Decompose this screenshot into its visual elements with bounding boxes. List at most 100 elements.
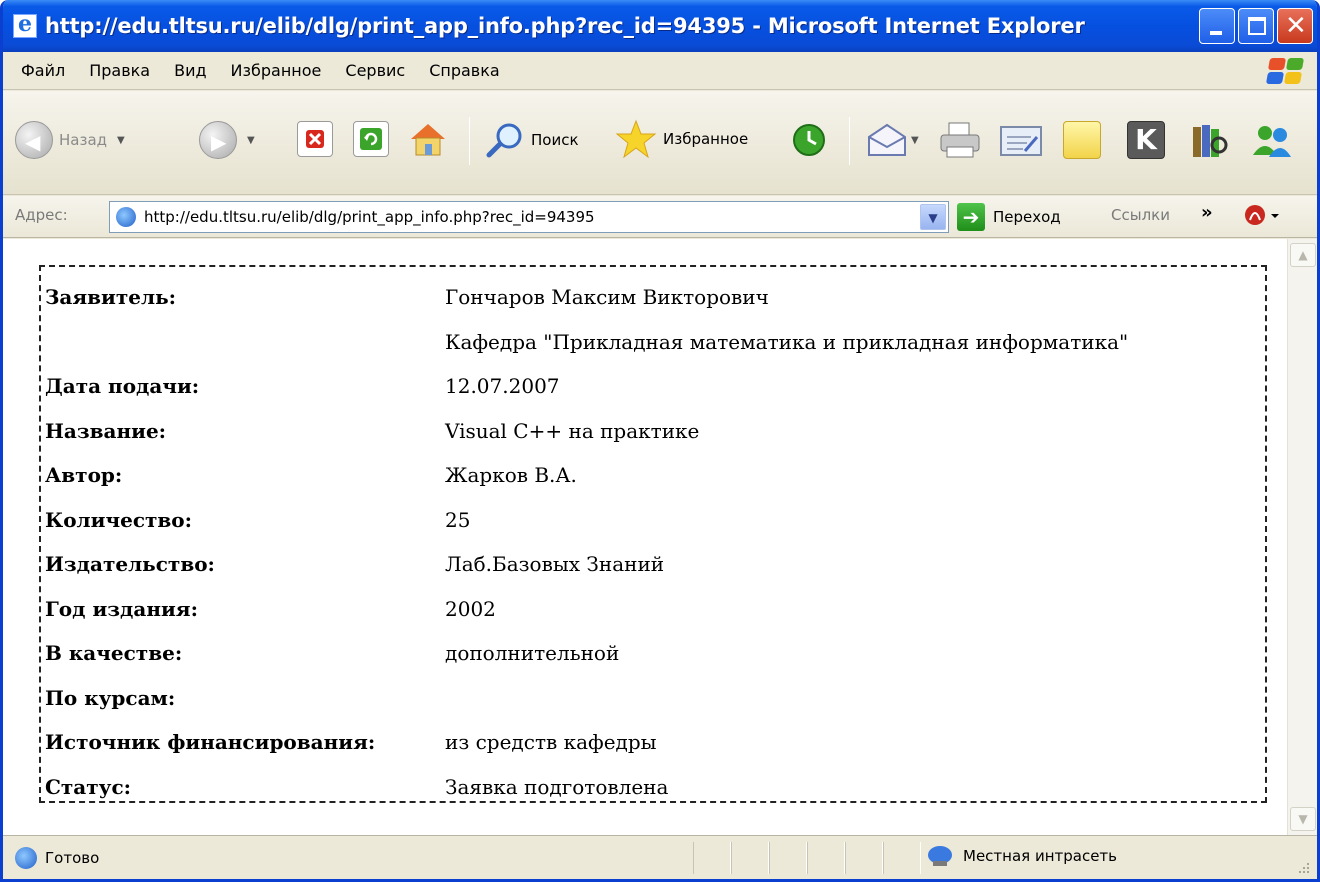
row-value: Жарков В.А.: [445, 463, 577, 488]
title-bar[interactable]: http://edu.tltsu.ru/elib/dlg/print_app_i…: [3, 0, 1317, 52]
links-label[interactable]: Ссылки: [1111, 206, 1170, 224]
close-button[interactable]: ✕: [1277, 8, 1313, 44]
menu-favorites[interactable]: Избранное: [231, 59, 322, 82]
menu-bar: Файл Правка Вид Избранное Сервис Справка: [3, 52, 1317, 90]
stop-icon: [297, 121, 333, 157]
go-label: Переход: [993, 208, 1061, 226]
research-button[interactable]: [1189, 121, 1229, 161]
forward-button[interactable]: ▶ ▼: [199, 121, 255, 159]
status-panel: [807, 842, 845, 874]
application-info-table: Заявитель: Гончаров Максим Викторович Каф…: [45, 275, 1128, 809]
mail-button[interactable]: ▼: [865, 121, 919, 159]
row-label: По курсам:: [45, 685, 176, 710]
status-panel: [693, 842, 731, 874]
mail-icon: [868, 123, 906, 156]
row-label: Заявитель:: [45, 285, 177, 310]
row-value: Кафедра "Прикладная математика и приклад…: [445, 329, 1129, 354]
address-label: Адрес:: [15, 206, 68, 224]
page-status-icon: [15, 846, 37, 869]
toolbar-separator: [469, 117, 470, 165]
status-panels: [693, 842, 921, 874]
row-value: из средств кафедры: [445, 730, 657, 755]
favorites-button[interactable]: Избранное: [615, 119, 748, 159]
page-content: Заявитель: Гончаров Максим Викторович Каф…: [3, 239, 1317, 835]
go-button[interactable]: ➔ Переход: [957, 203, 1061, 231]
security-zone[interactable]: Местная интрасеть: [925, 844, 1117, 868]
menu-edit[interactable]: Правка: [89, 59, 150, 82]
refresh-icon: [353, 121, 389, 157]
row-label: Автор:: [45, 463, 123, 488]
vertical-scrollbar[interactable]: ▲ ▼: [1287, 239, 1317, 835]
home-button[interactable]: [407, 119, 449, 159]
intranet-icon: [928, 846, 952, 866]
messenger-button[interactable]: K: [1127, 121, 1165, 159]
status-panel: [845, 842, 883, 874]
discuss-button[interactable]: [1063, 121, 1101, 159]
address-bar: Адрес: http://edu.tltsu.ru/elib/dlg/prin…: [3, 196, 1317, 238]
menu-view[interactable]: Вид: [174, 59, 206, 82]
table-row: Автор: Жарков В.А.: [45, 453, 1128, 498]
scroll-up-icon[interactable]: ▲: [1290, 243, 1316, 267]
favorites-label: Избранное: [663, 130, 749, 148]
row-value: 25: [445, 507, 471, 532]
stop-button[interactable]: [297, 121, 333, 157]
users-button[interactable]: [1249, 121, 1295, 161]
search-label: Поиск: [531, 131, 579, 149]
row-label: Издательство:: [45, 552, 215, 577]
mail-dropdown-icon[interactable]: ▼: [911, 135, 919, 146]
scroll-down-icon[interactable]: ▼: [1290, 807, 1316, 831]
menu-tools[interactable]: Сервис: [345, 59, 405, 82]
row-value: 2002: [445, 596, 496, 621]
ie-app-icon[interactable]: [13, 11, 37, 38]
row-label: Год издания:: [45, 596, 198, 621]
go-arrow-icon: ➔: [957, 203, 985, 231]
table-row: Количество: 25: [45, 498, 1128, 543]
row-label: [45, 320, 445, 365]
close-icon: ✕: [1285, 11, 1307, 41]
forward-dropdown-icon[interactable]: ▼: [247, 135, 255, 146]
row-value: Гончаров Максим Викторович: [445, 285, 769, 310]
history-button[interactable]: [789, 121, 829, 159]
maximize-button[interactable]: [1238, 8, 1274, 44]
menu-file[interactable]: Файл: [21, 59, 65, 82]
forward-icon: ▶: [199, 121, 237, 159]
row-value: [445, 676, 1128, 721]
chevron-right-icon[interactable]: »: [1201, 202, 1213, 223]
status-panel: [769, 842, 807, 874]
acrobat-icon[interactable]: [1243, 202, 1279, 228]
application-info-box: Заявитель: Гончаров Максим Викторович Каф…: [39, 265, 1267, 803]
address-url[interactable]: http://edu.tltsu.ru/elib/dlg/print_app_i…: [144, 208, 595, 226]
table-row: Год издания: 2002: [45, 587, 1128, 632]
row-value: Visual C++ на практике: [445, 418, 700, 443]
status-text: Готово: [45, 848, 100, 867]
back-button[interactable]: ◀ Назад ▼: [15, 121, 125, 159]
address-input[interactable]: http://edu.tltsu.ru/elib/dlg/print_app_i…: [109, 201, 949, 233]
windows-logo-icon: [1263, 56, 1307, 86]
refresh-button[interactable]: [353, 121, 389, 157]
window-controls: ✕: [1199, 8, 1313, 44]
row-label: Дата подачи:: [45, 374, 200, 399]
minimize-icon: [1210, 31, 1222, 35]
row-value: Заявка подготовлена: [445, 774, 669, 799]
table-row: Статус: Заявка подготовлена: [45, 765, 1128, 810]
search-button[interactable]: Поиск: [485, 121, 579, 159]
table-row: В качестве: дополнительной: [45, 631, 1128, 676]
table-row: Источник финансирования: из средств кафед…: [45, 720, 1128, 765]
row-label: В качестве:: [45, 641, 183, 666]
resize-grip-icon[interactable]: [1295, 859, 1311, 875]
back-label: Назад: [59, 131, 108, 149]
edit-icon: [1000, 126, 1042, 156]
menu-help[interactable]: Справка: [429, 59, 500, 82]
favorites-star-icon: [615, 119, 657, 159]
table-row: Кафедра "Прикладная математика и приклад…: [45, 320, 1128, 365]
status-panel: [731, 842, 769, 874]
back-dropdown-icon[interactable]: ▼: [117, 135, 125, 146]
edit-button[interactable]: [999, 121, 1045, 159]
print-button[interactable]: [937, 121, 983, 159]
page-icon: [116, 207, 136, 227]
address-dropdown-icon[interactable]: ▼: [920, 204, 946, 230]
minimize-button[interactable]: [1199, 8, 1235, 44]
status-panel: [883, 842, 921, 874]
row-value: 12.07.2007: [445, 374, 560, 399]
row-value: дополнительной: [445, 641, 620, 666]
